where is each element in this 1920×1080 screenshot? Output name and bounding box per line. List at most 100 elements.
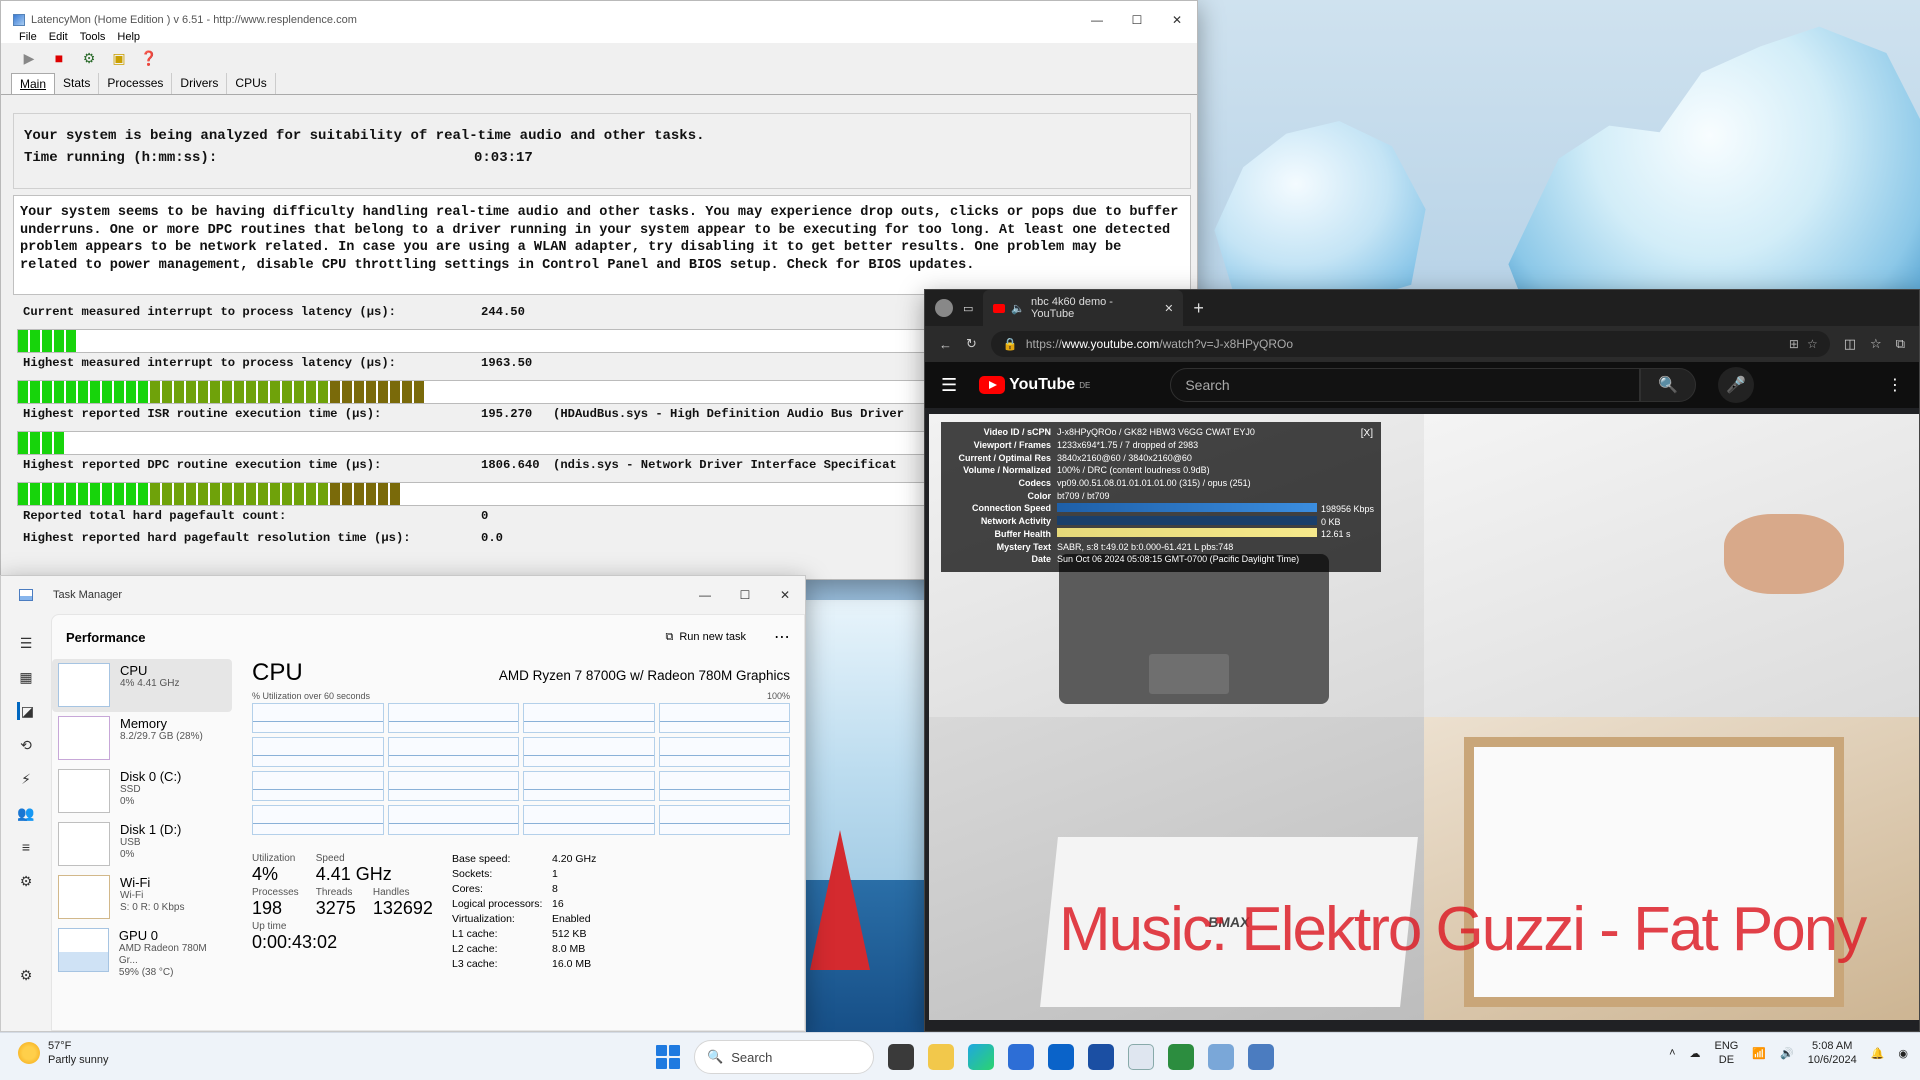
bar-segment	[246, 483, 258, 505]
spec-value: 4.20 GHz	[552, 853, 597, 865]
task-manager-titlebar[interactable]: Task Manager — ☐ ✕	[1, 576, 805, 614]
favorites-icon[interactable]: ☆	[1870, 336, 1882, 352]
edge-browser-icon[interactable]	[968, 1044, 994, 1070]
more-options-icon[interactable]: ⋯	[774, 627, 790, 647]
bar-segment	[258, 483, 270, 505]
users-icon[interactable]: 👥	[17, 804, 35, 822]
tab-processes[interactable]: Processes	[99, 73, 173, 94]
show-hidden-icons-icon[interactable]: ˄	[1669, 1047, 1675, 1059]
file-explorer-icon[interactable]	[928, 1044, 954, 1070]
status-line: Your system is being analyzed for suitab…	[24, 128, 705, 144]
tab-stats[interactable]: Stats	[55, 73, 100, 94]
hands-image	[1724, 514, 1844, 594]
windows-icon[interactable]: ▣	[109, 48, 129, 68]
minimize-button[interactable]: —	[685, 588, 725, 602]
weather-widget[interactable]: 57°F Partly sunny	[18, 1039, 109, 1067]
app-icon[interactable]	[1088, 1044, 1114, 1070]
bar-segment	[174, 381, 186, 403]
tab-close-icon[interactable]: ✕	[1164, 302, 1173, 315]
stat-value: SABR, s:8 t:49.02 b:0.000-61.421 L pbs:7…	[1057, 541, 1234, 552]
split-screen-icon[interactable]: ◫	[1844, 336, 1856, 352]
clock[interactable]: 5:08 AM 10/6/2024	[1808, 1039, 1857, 1067]
resource-item-disk1[interactable]: Disk 1 (D:) USB 0%	[52, 818, 232, 871]
volume-icon[interactable]: 🔊	[1780, 1047, 1794, 1060]
url-field[interactable]: 🔒 https://www.youtube.com/watch?v=J-x8HP…	[990, 331, 1830, 357]
youtube-logo[interactable]: YouTube DE	[979, 376, 1090, 394]
search-button[interactable]: 🔍	[1640, 368, 1697, 402]
youtube-search-input[interactable]: Search	[1170, 368, 1641, 402]
settings-icon[interactable]: ⚙	[17, 966, 35, 984]
startup-apps-icon[interactable]: ⚡	[17, 770, 35, 788]
menu-tools[interactable]: Tools	[80, 31, 106, 43]
menu-help[interactable]: Help	[117, 31, 140, 43]
speaker-icon[interactable]: 🔈	[1011, 302, 1025, 315]
start-button[interactable]	[656, 1045, 680, 1069]
menu-edit[interactable]: Edit	[49, 31, 68, 43]
notepad-icon[interactable]	[1168, 1044, 1194, 1070]
video-quadrant-hinge	[1424, 414, 1919, 717]
outlook-icon[interactable]	[1048, 1044, 1074, 1070]
close-stats-button[interactable]: [X]	[1361, 428, 1373, 439]
performance-icon[interactable]: ◪	[17, 702, 35, 720]
cpu-spec-list: Base speed: 4.20 GHz Sockets: 1 Cores: 8 Lo…	[452, 853, 632, 970]
resource-item-wifi[interactable]: Wi-Fi Wi-Fi S: 0 R: 0 Kbps	[52, 871, 232, 924]
minimize-button[interactable]: —	[1077, 13, 1117, 27]
services-icon[interactable]: ⚙	[17, 872, 35, 890]
stop-monitor-icon[interactable]: ■	[49, 48, 69, 68]
store-icon[interactable]	[1008, 1044, 1034, 1070]
profile-avatar[interactable]	[935, 299, 953, 317]
maximize-button[interactable]: ☐	[725, 588, 765, 602]
tab-drivers[interactable]: Drivers	[172, 73, 228, 94]
processes-icon[interactable]: ▦	[17, 668, 35, 686]
video-player[interactable]: BMAX [X] Video ID / sCPN J-x8HPyQROo / GK…	[929, 414, 1919, 1020]
report-icon[interactable]: ⚙	[79, 48, 99, 68]
task-manager-taskbar-icon[interactable]	[1248, 1044, 1274, 1070]
stat-key: Color	[1027, 490, 1052, 501]
browser-tab[interactable]: 🔈 nbc 4k60 demo - YouTube ✕	[983, 290, 1184, 326]
taskbar: 57°F Partly sunny 🔍 Search ˄ ☁ ENG DE 📶 …	[0, 1032, 1920, 1080]
notification-bell-icon[interactable]: 🔔	[1871, 1047, 1885, 1060]
snipping-tool-icon[interactable]	[1128, 1044, 1154, 1070]
hamburger-menu-icon[interactable]: ☰	[17, 634, 35, 652]
resource-item-cpu[interactable]: CPU 4% 4.41 GHz	[52, 659, 232, 712]
input-language[interactable]: ENG DE	[1715, 1039, 1739, 1067]
copilot-icon[interactable]: ◉	[1898, 1047, 1908, 1060]
wifi-icon[interactable]: 📶	[1752, 1047, 1766, 1060]
taskbar-search[interactable]: 🔍 Search	[694, 1040, 874, 1074]
favorite-star-icon[interactable]: ☆	[1807, 337, 1818, 351]
back-icon[interactable]: ←	[939, 337, 952, 352]
tab-actions-icon[interactable]: ▭	[963, 302, 973, 315]
hamburger-menu-icon[interactable]: ☰	[941, 375, 957, 396]
new-tab-icon[interactable]: +	[1193, 298, 1204, 319]
refresh-icon[interactable]: ↻	[966, 336, 977, 352]
resource-item-memory[interactable]: Memory 8.2/29.7 GB (28%)	[52, 712, 232, 765]
details-icon[interactable]: ≡	[17, 838, 35, 856]
close-button[interactable]: ✕	[1157, 13, 1197, 27]
resource-item-disk0[interactable]: Disk 0 (C:) SSD 0%	[52, 765, 232, 818]
pagefault-count-value: 0	[481, 509, 489, 523]
metric-value: 195.270	[481, 407, 533, 421]
menu-file[interactable]: File	[19, 31, 37, 43]
network-icon[interactable]: ☁	[1690, 1047, 1701, 1060]
close-button[interactable]: ✕	[765, 588, 805, 602]
system-tray: ˄ ☁ ENG DE 📶 🔊 5:08 AM 10/6/2024 🔔 ◉	[1669, 1039, 1908, 1067]
bar-segment	[138, 483, 150, 505]
resource-item-gpu[interactable]: GPU 0 AMD Radeon 780M Gr... 59% (38 °C)	[52, 924, 232, 978]
latencymon-taskbar-icon[interactable]	[1208, 1044, 1234, 1070]
task-view-icon[interactable]	[888, 1044, 914, 1070]
apps-icon[interactable]: ⊞	[1789, 337, 1799, 351]
voice-search-button[interactable]: 🎤	[1718, 367, 1755, 403]
run-new-task-button[interactable]: ⧉ Run new task ⋯	[665, 627, 790, 647]
maximize-button[interactable]: ☐	[1117, 13, 1157, 27]
tab-cpus[interactable]: CPUs	[227, 73, 276, 94]
resource-name: Disk 0 (C:)	[120, 769, 182, 784]
collections-icon[interactable]: ⧉	[1896, 336, 1905, 352]
resource-sub2: 59% (38 °C)	[118, 967, 174, 978]
start-monitor-icon[interactable]: ▶	[19, 48, 39, 68]
help-icon[interactable]: ❓	[139, 48, 159, 68]
app-history-icon[interactable]: ⟲	[17, 736, 35, 754]
more-options-icon[interactable]: ⋮	[1887, 375, 1903, 395]
resource-name: GPU 0	[118, 928, 158, 943]
tab-main[interactable]: Main	[11, 73, 56, 94]
cpu-core-graph	[523, 771, 655, 801]
